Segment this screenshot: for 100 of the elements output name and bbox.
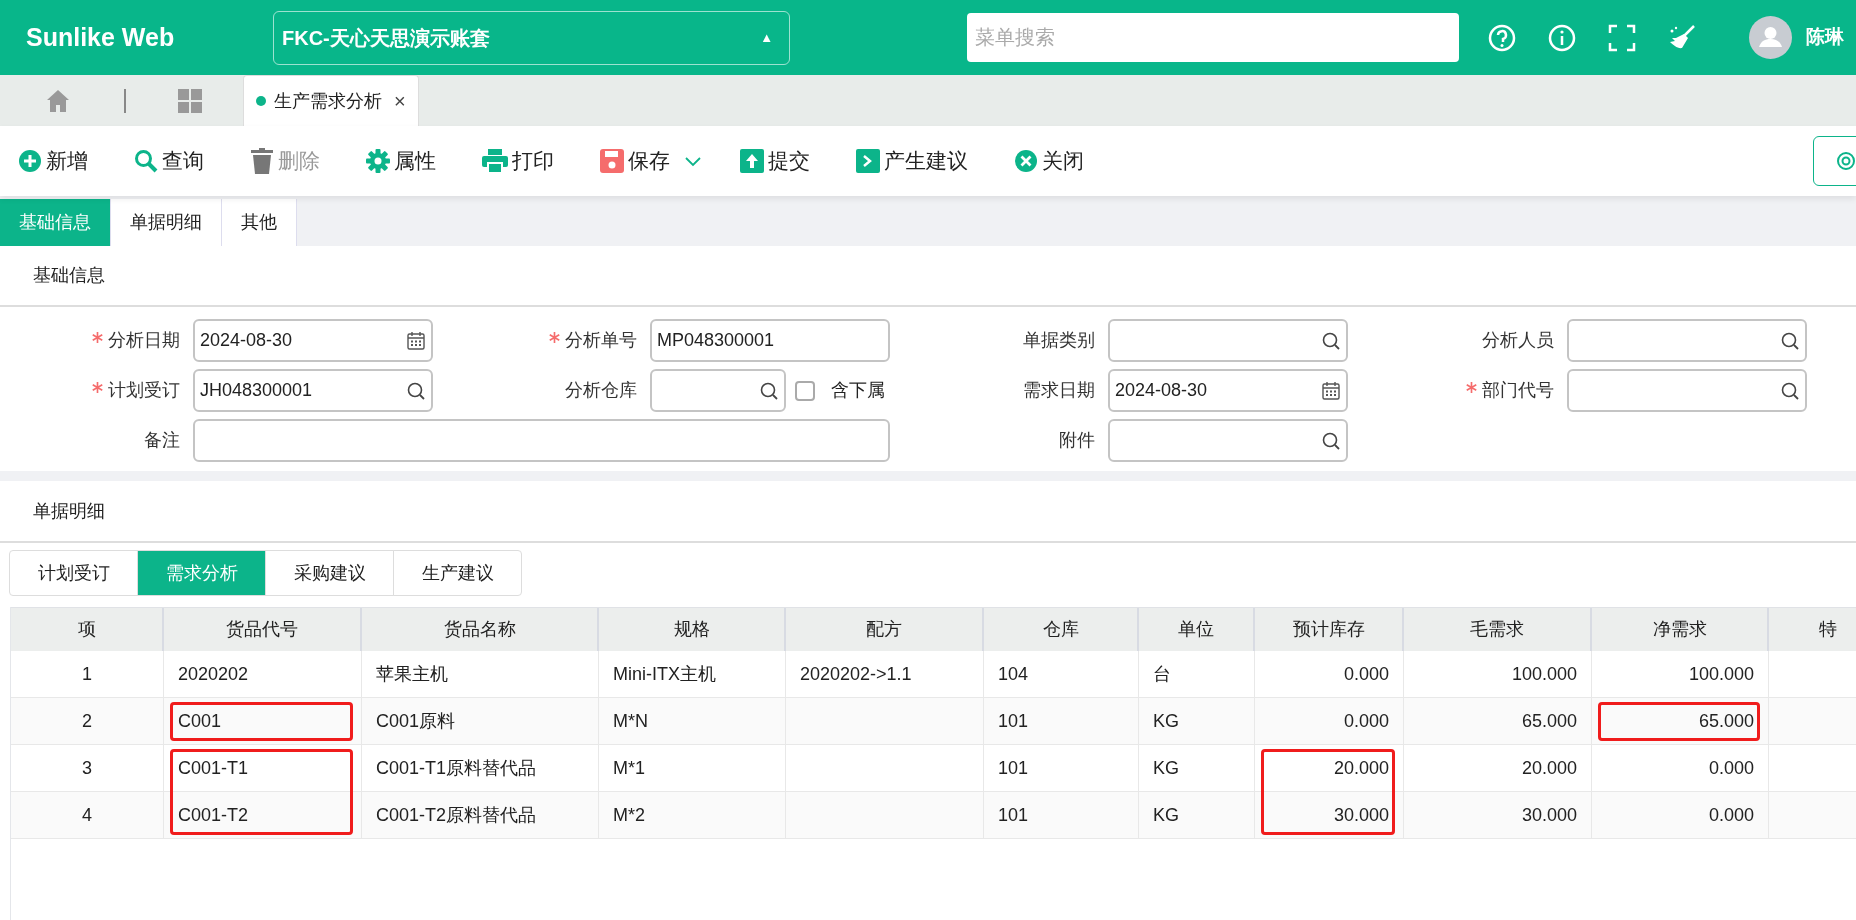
table-cell-text: 30.000 (1521, 803, 1577, 827)
date-field[interactable]: 2024-08-30 (193, 319, 433, 362)
gear-icon (1834, 149, 1856, 173)
checkbox[interactable] (795, 380, 815, 401)
page-tab[interactable]: 生产需求分析 × (243, 75, 419, 126)
home-icon[interactable] (45, 88, 71, 114)
table-cell-text: 30.000 (1333, 803, 1389, 827)
table-cell-text: M*1 (613, 756, 645, 780)
section-title: 基础信息 (33, 264, 105, 287)
fullscreen-icon[interactable] (1607, 22, 1637, 53)
table-cell-text: 0.000 (1708, 803, 1754, 827)
section-title: 单据明细 (33, 499, 105, 523)
table-cell-text: 台 (1153, 662, 1171, 686)
search-icon[interactable] (1321, 430, 1341, 451)
search-icon[interactable] (1780, 380, 1800, 401)
trash-icon (250, 148, 274, 174)
dashboard-icon[interactable] (177, 88, 203, 114)
toolbar-button[interactable]: 属性 (366, 145, 436, 177)
field-label: 部门代号 (1482, 379, 1554, 402)
lookup-field[interactable] (1567, 319, 1807, 362)
table-cell-text: 3 (82, 756, 92, 780)
table-cell-text: C001-T2 (178, 803, 249, 827)
menu-search-field[interactable]: 菜单搜索 (967, 13, 1459, 62)
chevron-down-icon[interactable] (684, 155, 702, 167)
table-cell-text: 20.000 (1333, 756, 1389, 780)
section-tab[interactable]: 其他 (222, 199, 297, 246)
date-field[interactable]: 2024-08-30 (1108, 369, 1348, 412)
field-label: 分析单号 (565, 329, 637, 352)
table-cell-text: 101 (998, 756, 1029, 780)
close-icon (1014, 149, 1038, 173)
search-icon[interactable] (406, 380, 426, 401)
app-logo: Sunlike Web (25, 21, 176, 53)
table-cell-text: 2020202 (178, 662, 249, 686)
table-cell-text: KG (1153, 756, 1179, 780)
table-cell-text: 苹果主机 (376, 662, 448, 686)
help-icon[interactable] (1487, 22, 1517, 53)
search-icon[interactable] (759, 380, 779, 401)
table-cell-text: M*2 (613, 803, 645, 827)
field-label: 单据类别 (1023, 329, 1095, 352)
field-label: 分析日期 (108, 329, 180, 352)
table-cell-text: C001-T1 (178, 756, 249, 780)
section-tab[interactable]: 单据明细 (111, 199, 222, 246)
field-label: 计划受订 (108, 379, 180, 402)
table-cell-text: 2 (82, 709, 92, 733)
close-icon[interactable]: × (394, 86, 406, 116)
info-icon[interactable] (1547, 22, 1577, 53)
toolbar-button[interactable]: 关闭 (1014, 145, 1084, 177)
detail-tab[interactable]: 生产建议 (393, 550, 522, 596)
avatar-icon[interactable] (1749, 16, 1792, 59)
field-label: 附件 (1059, 429, 1095, 452)
table-cell-text: 101 (998, 709, 1029, 733)
table-cell-text: 65.000 (1521, 709, 1577, 733)
lookup-field[interactable] (1567, 369, 1807, 412)
table-cell-text: C001-T2原料替代品 (376, 803, 537, 827)
settings-button[interactable] (1813, 136, 1856, 186)
table-cell-text: C001-T1原料替代品 (376, 756, 537, 780)
table-cell-text: M*N (613, 709, 648, 733)
lookup-field[interactable]: JH048300001 (193, 369, 433, 412)
detail-tab[interactable]: 采购建议 (265, 550, 394, 596)
printer-icon (482, 149, 508, 173)
table-cell-text: C001 (178, 709, 222, 733)
calendar-icon[interactable] (1321, 380, 1341, 401)
gear-icon (366, 149, 390, 173)
search-icon (134, 149, 158, 173)
toolbar-button[interactable]: 产生建议 (856, 145, 968, 177)
toolbar-button[interactable]: 打印 (482, 145, 554, 177)
table-cell-text: 65.000 (1698, 709, 1754, 733)
chevron-square-icon (856, 149, 880, 173)
calendar-icon[interactable] (406, 330, 426, 351)
toolbar-button[interactable]: 新增 (18, 145, 88, 177)
lookup-field[interactable] (650, 369, 786, 412)
table-cell-text: 0.000 (1343, 662, 1389, 686)
table-cell-text: 2020202->1.1 (800, 662, 912, 686)
toolbar-button[interactable]: 保存 (600, 145, 670, 177)
table-cell-text: 20.000 (1521, 756, 1577, 780)
checkbox-label[interactable]: 含下属 (831, 377, 885, 404)
table-cell-text: 104 (998, 662, 1029, 686)
table-cell-text: 100.000 (1511, 662, 1577, 686)
add-icon (18, 149, 42, 173)
search-icon[interactable] (1321, 330, 1341, 351)
toolbar-button[interactable]: 查询 (134, 145, 204, 177)
field-label: 需求日期 (1023, 379, 1095, 402)
table-cell-text: C001原料 (376, 709, 456, 733)
field-label: 分析仓库 (565, 379, 637, 402)
table-cell-text: KG (1153, 709, 1179, 733)
table-cell-text: KG (1153, 803, 1179, 827)
toolbar-button[interactable]: 提交 (740, 145, 810, 177)
field-label: 分析人员 (1482, 329, 1554, 352)
table-cell-text: 0.000 (1343, 709, 1389, 733)
lookup-field[interactable] (1108, 319, 1348, 362)
table-cell-text: 0.000 (1708, 756, 1754, 780)
search-icon[interactable] (1780, 330, 1800, 351)
input-field[interactable]: MP048300001 (650, 319, 890, 362)
lookup-field[interactable] (1108, 419, 1348, 462)
table-cell-text: 100.000 (1688, 662, 1754, 686)
table-cell-text: 1 (82, 662, 92, 686)
detail-tab[interactable]: 计划受订 (9, 550, 138, 596)
table-cell-text: Mini-ITX主机 (613, 662, 716, 686)
input-field[interactable] (193, 419, 890, 462)
table-cell-text: 101 (998, 803, 1029, 827)
